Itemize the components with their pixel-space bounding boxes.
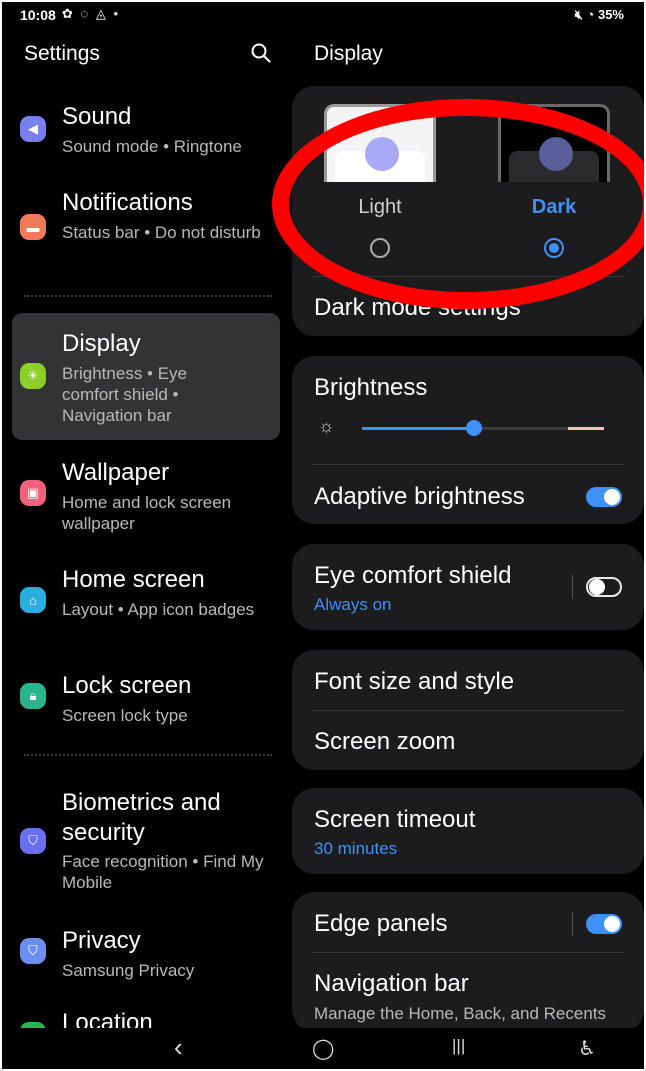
screen-timeout-card[interactable]: Screen timeout 30 minutes [292,788,644,874]
dark-mode-settings-row[interactable]: Dark mode settings [314,294,521,322]
sidebar-item-title: Sound [62,103,132,130]
home-icon: ⌂ [20,587,46,613]
status-notification-icons: ✿ ◌ ◬ • [62,6,121,21]
sidebar-item-location[interactable]: ● Location [12,1008,280,1028]
slider-extra-dim-track [568,427,604,430]
accessibility-button[interactable]: ♿︎ [578,1036,596,1061]
edge-panels-label[interactable]: Edge panels [314,910,447,938]
preview-clock-icon [539,137,573,171]
edge-nav-card: Edge panels Navigation bar Manage the Ho… [292,892,644,1028]
sidebar-item-title: Privacy [62,927,141,954]
picture-icon: ▣ [20,480,46,506]
notification-icon: ▬ [20,214,46,240]
eye-comfort-label: Eye comfort shield [314,562,512,589]
shield-icon: ⛉ [20,828,46,854]
sidebar-item-wallpaper[interactable]: ▣ Wallpaper Home and lock screen wallpap… [12,456,280,546]
navigation-bar-row[interactable]: Navigation bar [314,970,469,998]
slider-thumb[interactable] [466,420,482,436]
sidebar-item-title: Notifications [62,189,193,216]
navigation-bar-subtitle: Manage the Home, Back, and Recents [314,1004,606,1023]
sun-icon: ☀ [20,363,46,389]
privacy-icon: ⛉ [20,938,46,964]
display-settings-pane: Display Light Dark Dark mode settings Br… [292,28,644,1028]
adaptive-brightness-toggle[interactable] [586,487,622,507]
sidebar-item-subtitle: Samsung Privacy [62,961,195,980]
lock-icon: 🔒︎ [20,683,46,709]
speaker-icon: ◀︎ [20,116,46,142]
status-time: 10:08 [20,7,56,23]
page-title: Display [314,42,383,65]
adaptive-brightness-label: Adaptive brightness [314,483,525,510]
sidebar-item-subtitle: Layout • App icon badges [62,600,255,619]
system-nav-bar: ‹ ◯ ||| ♿︎ [2,1028,644,1069]
sidebar-item-sound[interactable]: ◀︎ Sound Sound mode • Ringtone [12,100,280,170]
search-icon[interactable] [250,42,272,64]
theme-card: Light Dark Dark mode settings [292,86,644,336]
back-button[interactable]: ‹ [174,1032,183,1063]
preview-clock-icon [365,137,399,171]
screen-timeout-value: 30 minutes [314,839,398,858]
screen-timeout-label: Screen timeout [314,806,476,833]
settings-title: Settings [24,42,100,65]
group-divider [24,754,272,756]
sidebar-item-subtitle: Brightness • Eye comfort shield • Naviga… [62,364,188,425]
sidebar-item-title: Home screen [62,566,205,593]
sidebar-item-subtitle: Sound mode • Ringtone [62,137,242,156]
phone-screen: 10:08 ✿ ◌ ◬ • 🔇︎ ◔ 35% Settings ◀︎ Sound… [2,2,644,1069]
brightness-sun-icon: ☼ [318,416,335,436]
light-theme-preview[interactable] [324,104,436,182]
sidebar-item-subtitle: Home and lock screen wallpaper [62,493,232,533]
home-button[interactable]: ◯ [312,1036,334,1061]
slider-track-filled [362,427,474,430]
font-size-style-row[interactable]: Font size and style [314,668,514,696]
light-theme-radio[interactable] [370,238,390,258]
font-zoom-card: Font size and style Screen zoom [292,650,644,770]
sidebar-item-display[interactable]: ☀ Display Brightness • Eye comfort shiel… [12,313,280,440]
sidebar-item-subtitle: Screen lock type [62,706,188,725]
status-system-icons: 🔇︎ ◔ 35% [574,7,624,22]
dark-theme-preview[interactable] [498,104,610,182]
slider-track-empty [474,427,568,430]
sidebar-item-title: Wallpaper [62,459,170,486]
brightness-card: Brightness ☼ Adaptive brightness [292,356,644,524]
sidebar-item-lock-screen[interactable]: 🔒︎ Lock screen Screen lock type [12,669,280,739]
brightness-label: Brightness [314,374,428,401]
eye-comfort-value: Always on [314,595,392,614]
screen-zoom-row[interactable]: Screen zoom [314,728,455,756]
sidebar-item-biometrics-security[interactable]: ⛉ Biometrics and security Face recogniti… [12,788,280,898]
settings-list-pane: Settings ◀︎ Sound Sound mode • Ringtone … [2,28,292,1028]
sidebar-item-title: Location [62,1009,153,1028]
edge-panels-toggle[interactable] [586,914,622,934]
status-bar: 10:08 ✿ ◌ ◬ • 🔇︎ ◔ 35% [2,2,644,28]
sidebar-item-title: Display [62,330,141,357]
sidebar-item-title: Biometrics and security [62,789,221,846]
brightness-slider[interactable] [362,418,606,438]
group-divider [24,295,272,297]
dark-theme-label: Dark [531,196,577,218]
sidebar-item-subtitle: Status bar • Do not disturb [62,223,261,242]
dark-theme-radio[interactable] [544,238,564,258]
eye-comfort-toggle[interactable] [586,577,622,597]
eye-comfort-card[interactable]: Eye comfort shield Always on [292,544,644,630]
sidebar-item-notifications[interactable]: ▬ Notifications Status bar • Do not dist… [12,186,280,276]
sidebar-item-title: Lock screen [62,672,192,699]
sidebar-item-subtitle: Face recognition • Find My Mobile [62,852,264,892]
recents-button[interactable]: ||| [452,1036,465,1056]
sidebar-item-privacy[interactable]: ⛉ Privacy Samsung Privacy [12,924,280,994]
light-theme-label: Light [358,196,402,218]
sidebar-item-home-screen[interactable]: ⌂ Home screen Layout • App icon badges [12,563,280,653]
